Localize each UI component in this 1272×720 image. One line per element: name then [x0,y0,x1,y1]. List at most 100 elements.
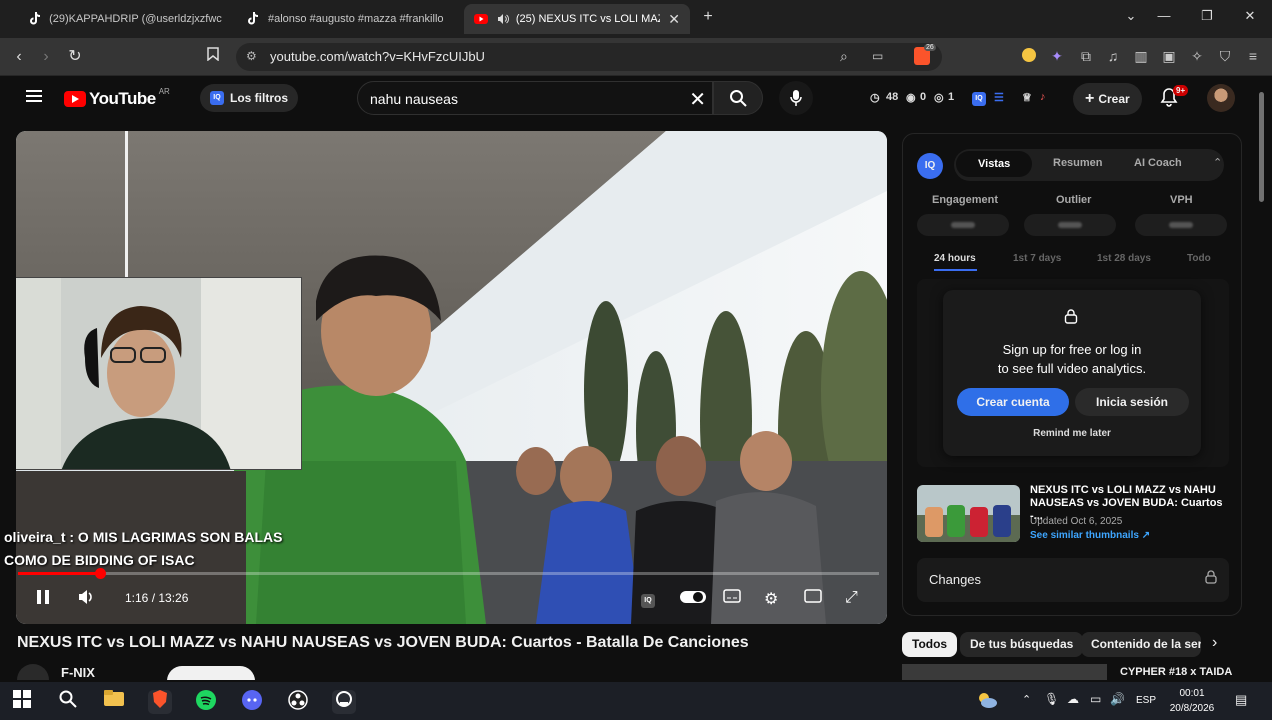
vidiq-player-icon[interactable]: IQ [641,589,661,608]
tab-title: (29)KAPPAHDRIP (@userldzjxzfwcf) | [49,13,222,25]
wallet-icon[interactable]: ▣ [1160,47,1178,65]
tiktok-icon [28,12,41,26]
signup-line-1: Sign up for free or log in [1002,342,1142,357]
range-28-days[interactable]: 1st 28 days [1097,253,1151,264]
windows-start-icon[interactable] [10,690,34,714]
pause-icon[interactable] [36,589,50,610]
restore-icon[interactable]: ❐ [1197,8,1217,24]
music-icon[interactable]: ♫ [1104,47,1122,65]
account-avatar[interactable] [1207,84,1235,112]
clear-search-icon[interactable]: ✕ [689,87,706,112]
chip-todos[interactable]: Todos [902,632,958,657]
chip-de-tus-busquedas[interactable]: De tus búsquedas [960,632,1084,657]
chips-next-chevron-icon[interactable]: › [1212,634,1217,652]
file-explorer-icon[interactable] [102,690,126,714]
hamburger-menu-icon[interactable] [26,89,42,108]
mic-tray-icon[interactable]: 🎙 [1044,692,1059,706]
alert-icon[interactable]: ♪ [1040,91,1046,103]
similar-thumbnails-link[interactable]: See similar thumbnails ↗ [1030,530,1150,541]
address-bar[interactable]: ⚙ youtube.com/watch?v=KHvFzcUIJbU ⌕ ▭ 26 [236,43,942,71]
chip-contenido-serie[interactable]: Contenido de la seri [1081,632,1201,657]
create-account-button[interactable]: Crear cuenta [957,388,1069,416]
subtitles-icon[interactable] [723,589,741,608]
related-date: Updated Oct 6, 2025 [1030,516,1123,527]
vidiq-toolbar-icon[interactable]: IQ [972,92,986,106]
browser-tab-youtube[interactable]: (25) NEXUS ITC vs LOLI MAZZ ✕ [464,4,690,34]
create-button[interactable]: + Crear [1073,83,1142,115]
related-thumbnail[interactable] [917,485,1020,542]
scroll-thumb[interactable] [1259,92,1264,202]
tab-vistas[interactable]: Vistas [956,151,1033,177]
leo-ai-icon[interactable]: ✧ [1188,47,1206,65]
range-todo[interactable]: Todo [1187,253,1211,264]
trophy-icon[interactable]: ♕ [1022,91,1032,104]
reload-icon[interactable]: ↻ [64,46,86,68]
next-related-thumbnail[interactable] [902,664,1107,680]
minimize-icon[interactable]: — [1154,8,1174,23]
system-clock[interactable]: 00:01 20/8/2026 [1163,686,1221,716]
speaker-icon[interactable] [496,12,510,26]
filters-button[interactable]: IQ Los filtros [200,84,299,112]
ai-extension-icon[interactable]: ✦ [1048,47,1066,65]
network-icon[interactable]: ▭ [1090,692,1101,706]
tab-ai-coach[interactable]: AI Coach [1134,157,1182,169]
changes-row[interactable]: Changes [917,558,1229,602]
notification-center-icon[interactable]: ▤ [1235,692,1247,708]
close-tab-icon[interactable]: ✕ [668,11,680,28]
menu-icon[interactable]: ≡ [1244,47,1262,65]
search-icon[interactable] [56,690,80,714]
channel-name[interactable]: F-NIX [61,665,95,680]
forward-icon[interactable]: › [35,46,57,68]
collapse-chevron-icon[interactable]: ⌃ [1213,156,1222,169]
back-icon[interactable]: ‹ [8,46,30,68]
remind-later-link[interactable]: Remind me later [943,428,1201,439]
autoplay-toggle[interactable] [679,589,707,610]
emoji-extension-icon[interactable] [1020,47,1038,65]
voice-search-button[interactable] [779,81,813,115]
tray-overflow-icon[interactable]: ⌃ [1022,693,1031,706]
volume-icon[interactable] [78,589,96,610]
browser-tab-tiktok-2[interactable]: #alonso #augusto #mazza #frankillo [236,4,456,34]
close-window-icon[interactable]: ✕ [1240,8,1260,24]
cloud-tray-icon[interactable]: ☁ [1067,692,1079,706]
next-related-title[interactable]: CYPHER #18 x TAIDA [1120,666,1232,678]
search-button[interactable] [713,81,763,115]
progress-bar[interactable] [18,568,879,579]
weather-icon[interactable] [976,690,998,715]
tab-resumen[interactable]: Resumen [1053,157,1103,169]
spotify-icon[interactable] [194,690,218,714]
browser-tab-tiktok-1[interactable]: (29)KAPPAHDRIP (@userldzjxzfwcf) | [18,4,232,34]
channel-avatar[interactable] [17,664,49,680]
extensions-icon[interactable]: ⧉ [1077,47,1095,65]
tab-list-chevron-icon[interactable]: ⌄ [1121,8,1141,24]
cast-icon[interactable]: ▭ [872,49,883,63]
fullscreen-icon[interactable]: ⤢ [845,589,858,607]
next-related-video[interactable]: CYPHER #18 x TAIDA [902,664,1242,680]
vidiq-logo: IQ [917,153,943,179]
zoom-icon[interactable]: ⌕ [840,48,848,65]
app-icon[interactable] [332,690,356,714]
volume-tray-icon[interactable]: 🔊 [1110,692,1125,706]
url-text[interactable]: youtube.com/watch?v=KHvFzcUIJbU [270,49,485,64]
vpn-icon[interactable]: ⛉ [1216,47,1234,65]
search-input[interactable]: nahu nauseas ✕ [357,81,713,115]
range-24-hours[interactable]: 24 hours [934,253,976,264]
subscribe-button[interactable] [167,666,255,680]
brave-browser-icon[interactable] [148,690,172,714]
range-7-days[interactable]: 1st 7 days [1013,253,1061,264]
login-button[interactable]: Inicia sesión [1075,388,1189,416]
settings-gear-icon[interactable]: ⚙ [764,589,778,609]
page-scrollbar[interactable] [1257,88,1266,680]
new-tab-button[interactable]: + [698,8,718,26]
site-info-icon[interactable]: ⚙ [246,49,257,63]
list-icon[interactable]: ☰ [994,91,1004,104]
obs-icon[interactable] [286,690,310,714]
discord-icon[interactable] [240,690,264,714]
sidebar-icon[interactable]: ▥ [1132,47,1150,65]
progress-scrubber[interactable] [94,568,106,579]
theater-mode-icon[interactable] [804,589,822,608]
search-query[interactable]: nahu nauseas [370,91,458,107]
language-indicator[interactable]: ESP [1136,695,1156,706]
youtube-logo[interactable]: YouTube AR [64,87,170,109]
bookmark-icon[interactable] [202,46,224,68]
